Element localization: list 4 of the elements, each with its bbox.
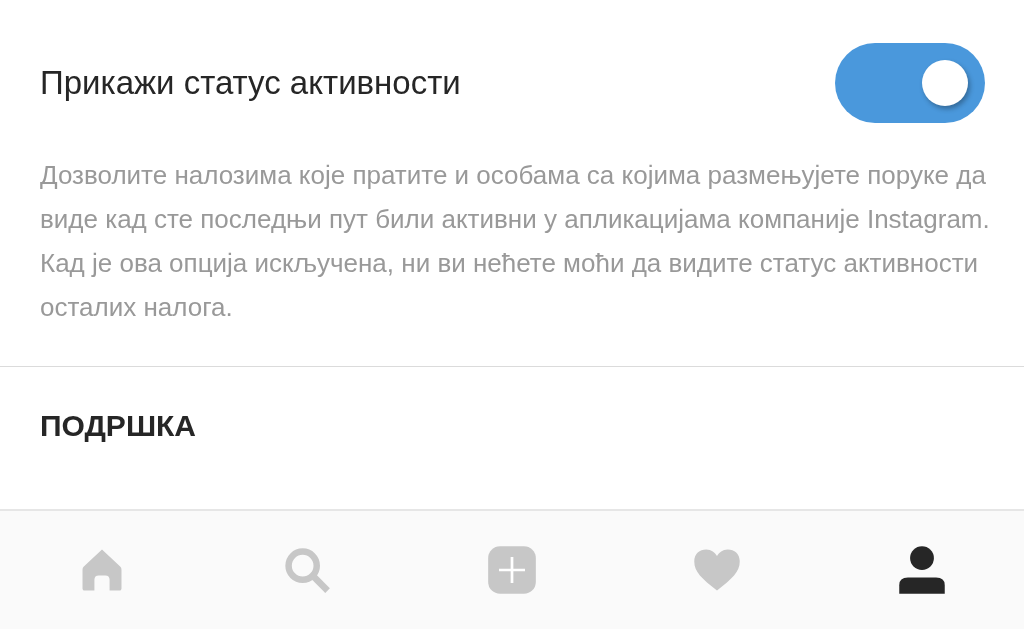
setting-title: Прикажи статус активности	[40, 64, 461, 102]
add-icon[interactable]	[486, 544, 538, 596]
setting-description: Дозволите налозима које пратите и особама са којима размењујете поруке да виде кад сте последњи пут били активни у апликацијама компаније Instagram. Кад је ова опција искључена, ни ви нећете моћи да видите статус активности осталих налога.	[40, 159, 991, 324]
section-heading: ПОДРШКА	[39, 409, 197, 443]
